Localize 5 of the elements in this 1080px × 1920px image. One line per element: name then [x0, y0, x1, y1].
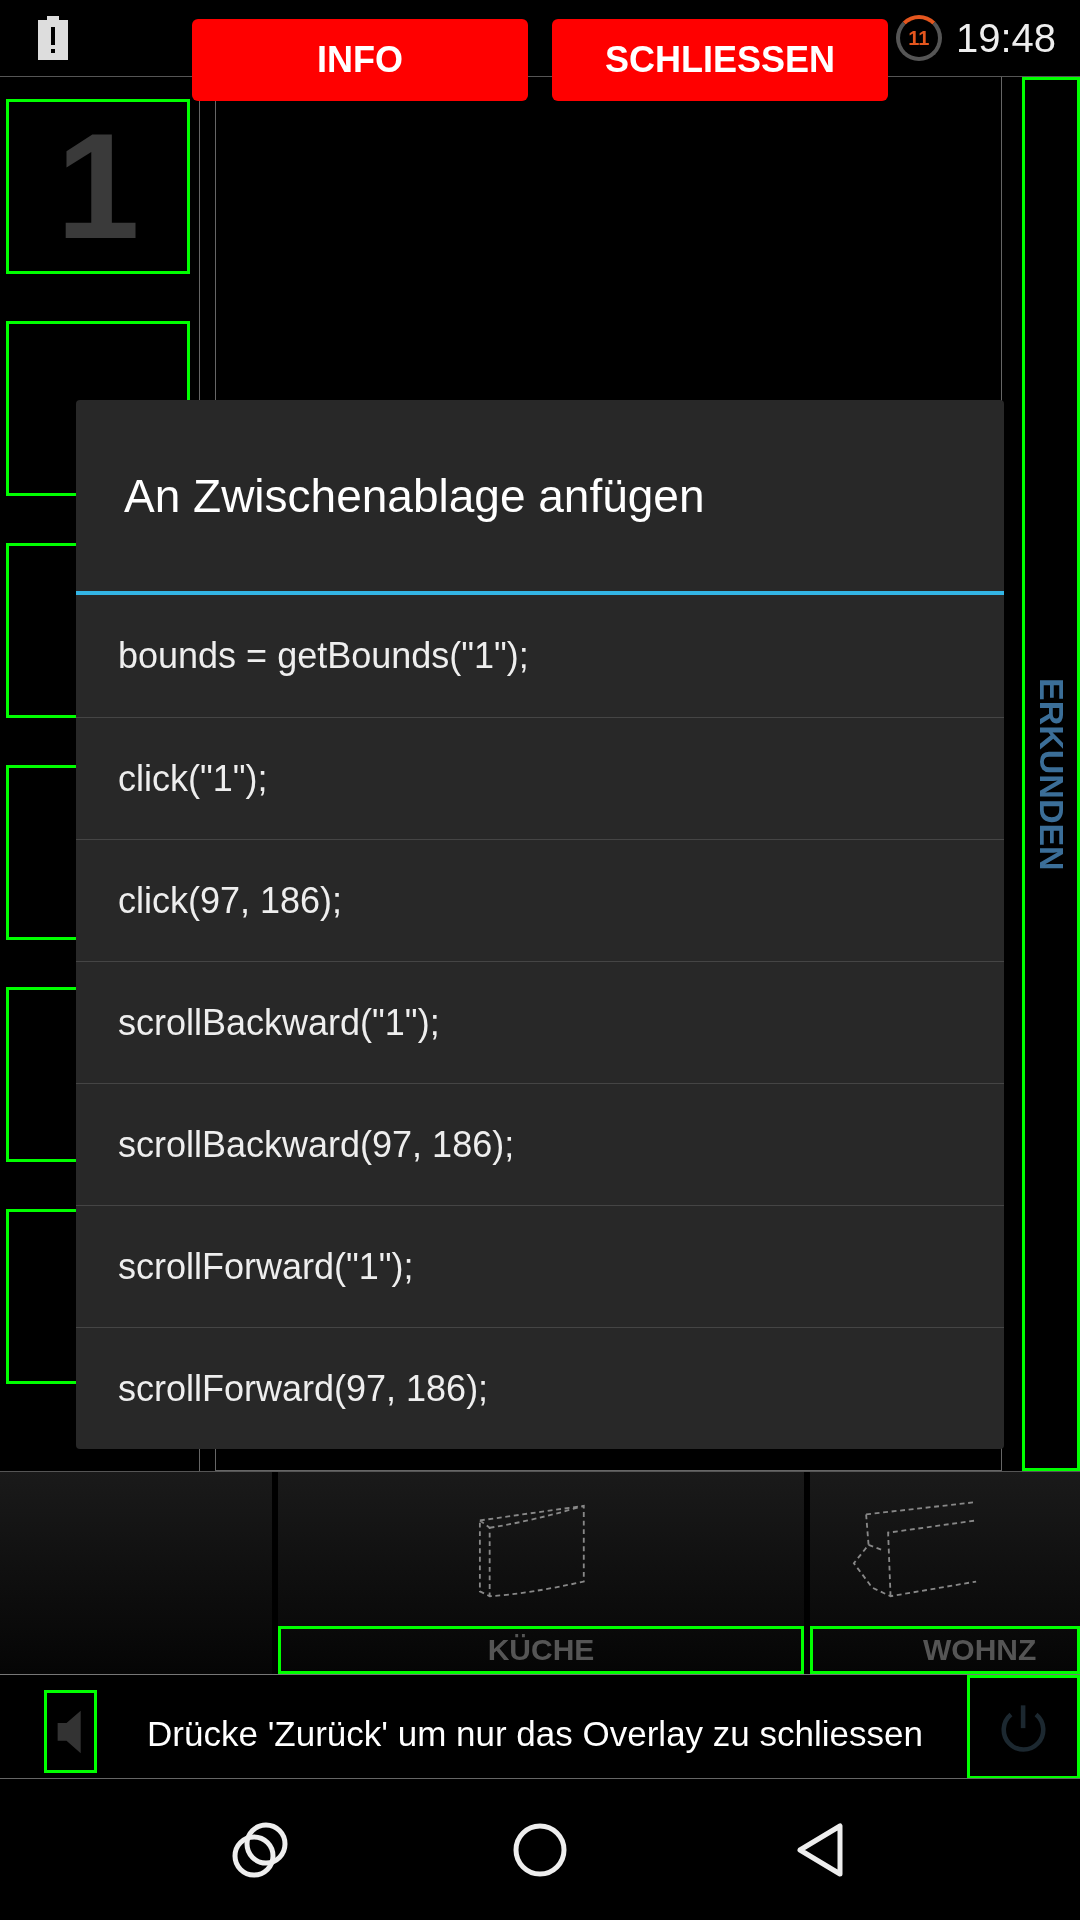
hint-text: Drücke 'Zurück' um nur das Overlay zu schliessen: [147, 1714, 923, 1754]
room-label: KÜCHE: [278, 1626, 804, 1674]
clock-time: 19:48: [955, 15, 1056, 61]
notification-badge: 11: [895, 15, 942, 61]
room-label: WOHNZ: [810, 1626, 1080, 1674]
